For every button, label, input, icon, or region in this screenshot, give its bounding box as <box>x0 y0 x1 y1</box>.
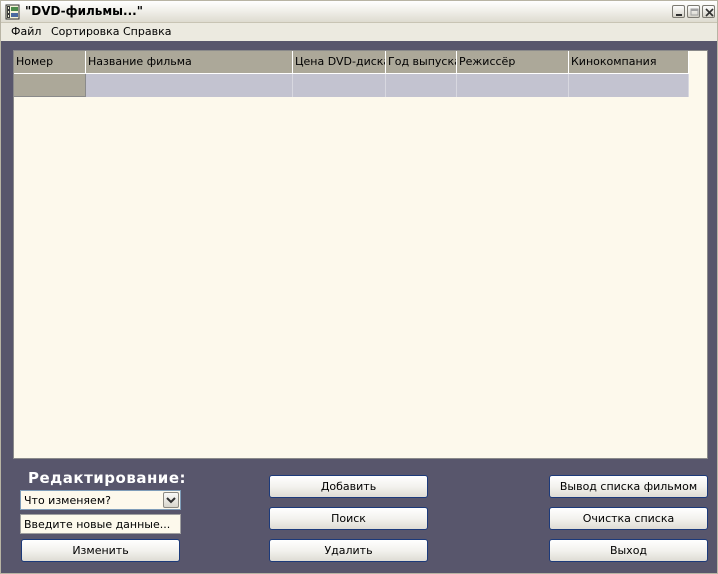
main-panel: Номер Название фильма Цена DVD-диска Год… <box>1 41 717 573</box>
field-select-value: Что изменяем? <box>24 494 111 507</box>
delete-button[interactable]: Удалить <box>269 539 428 562</box>
chevron-down-icon[interactable] <box>163 492 179 508</box>
field-select[interactable]: Что изменяем? <box>20 490 181 510</box>
column-header-studio[interactable]: Кинокомпания <box>569 51 689 74</box>
table-row[interactable] <box>14 74 689 97</box>
maximize-button[interactable] <box>687 5 700 18</box>
menu-help[interactable]: Справка <box>123 25 171 38</box>
search-button[interactable]: Поиск <box>269 507 428 530</box>
menu-bar: Файл Сортировка Справка <box>1 23 717 41</box>
new-data-input[interactable] <box>21 515 180 533</box>
table-cell[interactable] <box>86 74 293 97</box>
table-cell[interactable] <box>569 74 689 97</box>
column-header-price[interactable]: Цена DVD-диска <box>293 51 386 74</box>
new-data-field[interactable] <box>20 514 181 534</box>
window-title: "DVD-фильмы..." <box>25 4 143 18</box>
clear-list-button[interactable]: Очистка списка <box>549 507 708 530</box>
edit-section-label: Редактирование: <box>28 469 186 487</box>
column-header-year[interactable]: Год выпуска <box>386 51 457 74</box>
app-window: "DVD-фильмы..." Файл Сортировка Справка … <box>0 0 718 574</box>
table-cell[interactable] <box>293 74 386 97</box>
close-button[interactable] <box>702 5 715 18</box>
row-header-cell[interactable] <box>14 74 86 97</box>
column-header-number[interactable]: Номер <box>14 51 86 74</box>
title-bar[interactable]: "DVD-фильмы..." <box>1 1 717 23</box>
table-cell[interactable] <box>386 74 457 97</box>
menu-sort[interactable]: Сортировка <box>51 25 120 38</box>
column-header-title[interactable]: Название фильма <box>86 51 293 74</box>
exit-button[interactable]: Выход <box>549 539 708 562</box>
change-button[interactable]: Изменить <box>21 539 180 562</box>
list-films-button[interactable]: Вывод списка фильмом <box>549 475 708 498</box>
menu-file[interactable]: Файл <box>11 25 41 38</box>
films-grid[interactable]: Номер Название фильма Цена DVD-диска Год… <box>13 50 708 459</box>
table-cell[interactable] <box>457 74 569 97</box>
column-header-director[interactable]: Режиссёр <box>457 51 569 74</box>
add-button[interactable]: Добавить <box>269 475 428 498</box>
film-app-icon <box>5 4 21 20</box>
grid-header: Номер Название фильма Цена DVD-диска Год… <box>14 51 689 74</box>
minimize-button[interactable] <box>672 5 685 18</box>
